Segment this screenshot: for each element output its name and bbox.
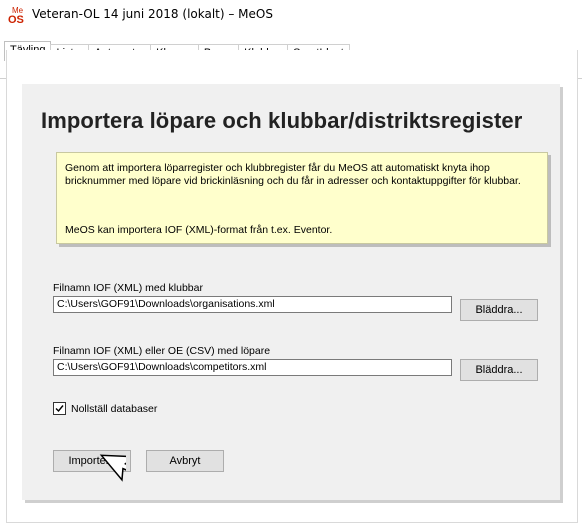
- window-title: Veteran-OL 14 juni 2018 (lokalt) – MeOS: [32, 7, 273, 21]
- title-bar: Me OS Veteran-OL 14 juni 2018 (lokalt) –…: [0, 0, 582, 31]
- clubs-browse-button[interactable]: Bläddra...: [460, 299, 538, 321]
- runners-file-input[interactable]: C:\Users\GOF91\Downloads\competitors.xml: [53, 359, 452, 376]
- runners-browse-button[interactable]: Bläddra...: [460, 359, 538, 381]
- checkmark-icon: [55, 405, 64, 413]
- logo-text-bottom: OS: [8, 14, 24, 25]
- clubs-file-input[interactable]: C:\Users\GOF91\Downloads\organisations.x…: [53, 296, 452, 313]
- info-text-1: Genom att importera löparregister och kl…: [65, 162, 521, 187]
- clubs-file-label: Filnamn IOF (XML) med klubbar: [53, 282, 203, 294]
- page-title: Importera löpare och klubbar/distriktsre…: [41, 108, 523, 133]
- cancel-button[interactable]: Avbryt: [146, 450, 224, 472]
- reset-db-label: Nollställ databaser: [71, 403, 158, 415]
- meos-logo-icon: Me OS: [8, 6, 24, 25]
- runners-file-label: Filnamn IOF (XML) eller OE (CSV) med löp…: [53, 345, 271, 357]
- reset-db-checkbox[interactable]: [53, 402, 66, 415]
- mouse-pointer-icon: [99, 454, 126, 482]
- info-box: Genom att importera löparregister och kl…: [56, 152, 548, 244]
- info-text-2: MeOS kan importera IOF (XML)-format från…: [65, 224, 333, 236]
